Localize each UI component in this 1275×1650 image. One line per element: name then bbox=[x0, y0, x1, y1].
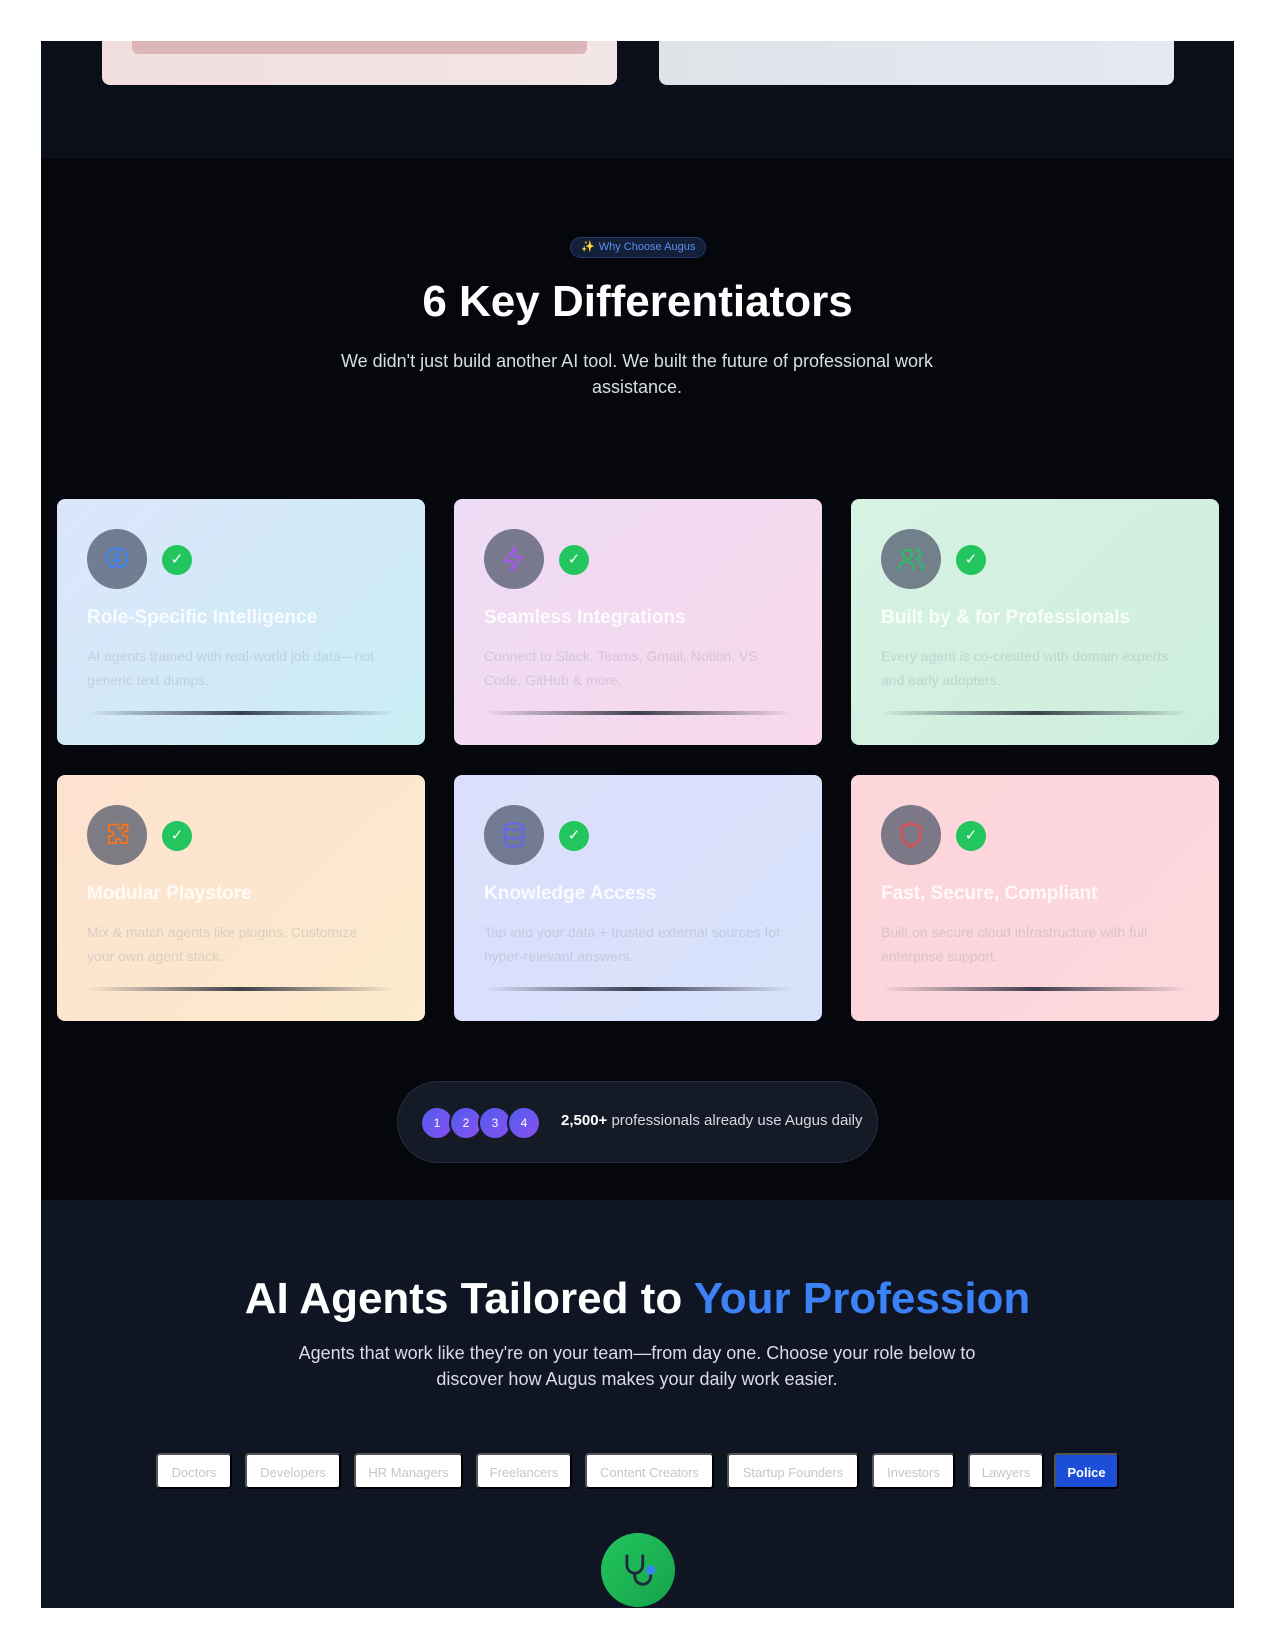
preview-card-right bbox=[659, 41, 1174, 85]
card-divider bbox=[87, 711, 395, 715]
feature-card-playstore: ✓ Modular Playstore Mix & match agents l… bbox=[57, 775, 425, 1021]
professions-section: AI Agents Tailored to Your Profession Ag… bbox=[41, 1200, 1234, 1608]
check-icon: ✓ bbox=[162, 545, 192, 575]
social-proof-pill: 1 2 3 4 2,500+ professionals already use… bbox=[397, 1081, 878, 1163]
check-icon: ✓ bbox=[559, 545, 589, 575]
card-description: Mix & match agents like plugins. Customi… bbox=[87, 924, 357, 964]
section-subtitle: We didn't just build another AI tool. We… bbox=[340, 351, 934, 397]
stethoscope-icon bbox=[601, 1533, 675, 1607]
role-tab-lawyers[interactable]: Lawyers bbox=[968, 1453, 1044, 1489]
card-title: Built by & for Professionals bbox=[881, 607, 1131, 628]
card-divider bbox=[484, 711, 792, 715]
card-divider bbox=[881, 711, 1189, 715]
section-title: 6 Key Differentiators bbox=[422, 277, 853, 326]
social-proof-label: professionals already use Augus daily bbox=[611, 1112, 863, 1129]
section-badge: ✨ Why Choose Augus bbox=[570, 237, 707, 258]
previous-section-bottom bbox=[41, 41, 1234, 159]
feature-card-knowledge: ✓ Knowledge Access Tap into your data + … bbox=[454, 775, 822, 1021]
card-description: Connect to Slack, Teams, Gmail, Notion, … bbox=[484, 648, 758, 688]
differentiators-section: ✨ Why Choose Augus 6 Key Differentiators … bbox=[41, 159, 1234, 1200]
preview-card-left bbox=[102, 41, 617, 85]
card-description: Built on secure cloud infrastructure wit… bbox=[881, 924, 1148, 964]
card-divider bbox=[881, 987, 1189, 991]
card-title: Seamless Integrations bbox=[484, 607, 686, 628]
professions-title: AI Agents Tailored to Your Profession bbox=[41, 1274, 1234, 1324]
role-tab-doctors[interactable]: Doctors bbox=[156, 1453, 232, 1489]
role-tab-hr-managers[interactable]: HR Managers bbox=[354, 1453, 463, 1489]
card-description: AI agents trained with real-world job da… bbox=[87, 648, 375, 688]
feature-card-integrations: ✓ Seamless Integrations Connect to Slack… bbox=[454, 499, 822, 745]
social-proof-text: 2,500+ professionals already use Augus d… bbox=[561, 1112, 862, 1129]
zap-icon bbox=[484, 529, 544, 589]
card-divider bbox=[87, 987, 395, 991]
card-description: Tap into your data + trusted external so… bbox=[484, 924, 781, 964]
shield-icon bbox=[881, 805, 941, 865]
card-title: Knowledge Access bbox=[484, 883, 657, 904]
role-tab-startup-founders[interactable]: Startup Founders bbox=[727, 1453, 859, 1489]
badge-label: Why Choose Augus bbox=[598, 241, 696, 253]
role-tab-police[interactable]: Police bbox=[1054, 1453, 1119, 1489]
check-icon: ✓ bbox=[956, 821, 986, 851]
professions-subtitle: Agents that work like they're on your te… bbox=[298, 1343, 976, 1389]
users-icon bbox=[881, 529, 941, 589]
card-title: Role-Specific Intelligence bbox=[87, 607, 318, 628]
database-icon bbox=[484, 805, 544, 865]
feature-card-secure: ✓ Fast, Secure, Compliant Built on secur… bbox=[851, 775, 1219, 1021]
role-tab-developers[interactable]: Developers bbox=[245, 1453, 341, 1489]
role-tab-freelancers[interactable]: Freelancers bbox=[476, 1453, 572, 1489]
preview-card-bar bbox=[132, 41, 587, 54]
card-divider bbox=[484, 987, 792, 991]
page-frame: ✨ Why Choose Augus 6 Key Differentiators … bbox=[41, 41, 1234, 1608]
check-icon: ✓ bbox=[956, 545, 986, 575]
feature-card-professionals: ✓ Built by & for Professionals Every age… bbox=[851, 499, 1219, 745]
brain-icon bbox=[87, 529, 147, 589]
role-tab-investors[interactable]: Investors bbox=[872, 1453, 955, 1489]
avatar: 4 bbox=[507, 1106, 541, 1140]
check-icon: ✓ bbox=[162, 821, 192, 851]
card-title: Modular Playstore bbox=[87, 883, 252, 904]
user-count: 2,500+ bbox=[561, 1112, 608, 1129]
feature-card-role-specific: ✓ Role-Specific Intelligence AI agents t… bbox=[57, 499, 425, 745]
title-accent: Your Profession bbox=[693, 1274, 1031, 1323]
card-title: Fast, Secure, Compliant bbox=[881, 883, 1098, 904]
card-description: Every agent is co-created with domain ex… bbox=[881, 648, 1169, 688]
puzzle-icon bbox=[87, 805, 147, 865]
title-main: AI Agents Tailored to bbox=[244, 1274, 694, 1323]
role-tab-content-creators[interactable]: Content Creators bbox=[585, 1453, 714, 1489]
sparkles-icon: ✨ bbox=[581, 241, 595, 253]
check-icon: ✓ bbox=[559, 821, 589, 851]
